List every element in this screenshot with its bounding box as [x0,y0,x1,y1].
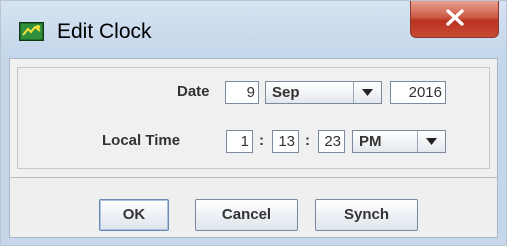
title-bar[interactable]: Edit Clock [1,1,506,58]
date-label: Date [177,83,210,100]
time-separator: : [259,132,264,149]
month-dropdown[interactable]: Sep [265,81,382,104]
day-field[interactable]: 9 [225,81,259,104]
clock-form-panel: Date 9 Sep 2016 Local Time 1 : 13 : 23 P… [10,59,497,178]
clock-edit-icon [19,22,44,41]
close-button[interactable] [410,1,499,38]
second-field[interactable]: 23 [318,130,345,153]
ok-button[interactable]: OK [99,199,169,231]
form-frame: Date 9 Sep 2016 Local Time 1 : 13 : 23 P… [17,67,490,169]
local-time-label: Local Time [102,132,181,149]
month-value: Sep [272,84,300,101]
time-separator: : [305,132,310,149]
edit-clock-dialog: Edit Clock Date 9 Sep 2016 Local Time 1 … [0,0,507,246]
year-field[interactable]: 2016 [390,81,446,104]
synch-button[interactable]: Synch [315,199,418,231]
ampm-value: PM [359,133,382,150]
hour-field[interactable]: 1 [226,130,253,153]
window-title: Edit Clock [57,20,152,43]
month-dropdown-arrow[interactable] [353,82,381,103]
cancel-button[interactable]: Cancel [195,199,298,231]
ampm-dropdown-arrow[interactable] [417,131,445,152]
minute-field[interactable]: 13 [272,130,299,153]
dialog-body: Date 9 Sep 2016 Local Time 1 : 13 : 23 P… [9,58,498,238]
ampm-dropdown[interactable]: PM [352,130,446,153]
